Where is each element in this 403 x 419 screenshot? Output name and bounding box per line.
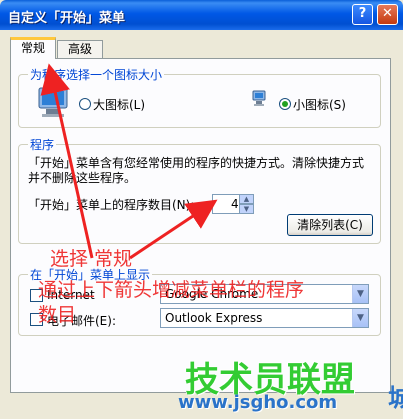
watermark-logo-fragment: 城: [388, 384, 403, 412]
dialog-window: 自定义「开始」菜单 ? ✕ 常规 高级 为程序选择一个图标大小 大图标(L) 小…: [0, 0, 403, 419]
annotation-arrow-instruction: 通过上下箭头增减菜单栏的程序: [38, 279, 305, 301]
annotation-select-general: 选择 常规: [50, 248, 133, 270]
watermark-url: www.jsgho.com: [178, 392, 338, 413]
annotation-arrow-instruction-cont: 数目: [38, 304, 77, 326]
